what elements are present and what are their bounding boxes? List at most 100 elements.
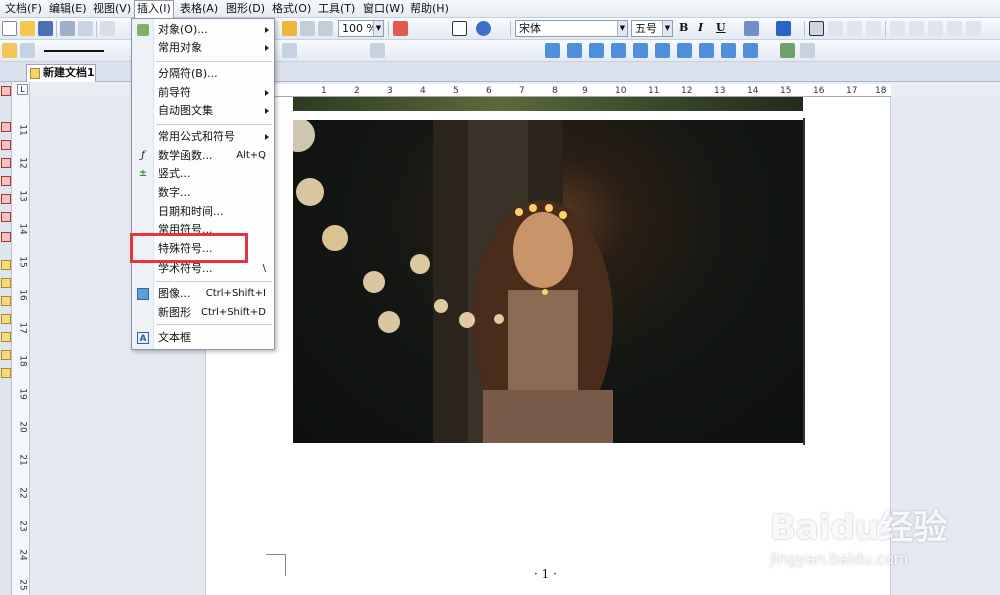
table-tool-icon[interactable]	[370, 43, 385, 58]
wrap-icon[interactable]	[800, 43, 815, 58]
tool-icon[interactable]	[1, 140, 11, 150]
new-document-icon[interactable]	[2, 21, 17, 36]
zoom-out-icon[interactable]	[318, 21, 333, 36]
cut-icon[interactable]	[100, 21, 115, 36]
tool-icon[interactable]	[1, 194, 11, 204]
tool-icon[interactable]	[1, 86, 11, 96]
menu-item-image[interactable]: 图像... Ctrl+Shift+I	[132, 285, 274, 303]
line-spacing-icon[interactable]	[966, 21, 981, 36]
tool-icon[interactable]	[1, 314, 11, 324]
justify-icon[interactable]	[866, 21, 881, 36]
numbered-list-icon[interactable]	[909, 21, 924, 36]
save-icon[interactable]	[38, 21, 53, 36]
outdent-icon[interactable]	[928, 21, 943, 36]
image-tool-icon[interactable]	[780, 43, 795, 58]
italic-button[interactable]: I	[698, 21, 703, 34]
shape-tool-icon[interactable]	[743, 43, 758, 58]
menu-view[interactable]: 视图(V)	[91, 1, 133, 17]
zoom-value: 100 %	[342, 22, 377, 35]
menu-help[interactable]: 帮助(H)	[408, 1, 451, 17]
menu-item-label: 文本框	[158, 331, 191, 344]
object-icon	[137, 24, 149, 36]
menu-item-label: 数学函数...	[158, 149, 213, 162]
tool-icon[interactable]	[1, 278, 11, 288]
menu-edit[interactable]: 编辑(E)	[47, 1, 89, 17]
font-color-icon[interactable]	[776, 21, 791, 36]
open-folder-icon[interactable]	[20, 21, 35, 36]
menu-graphics[interactable]: 图形(D)	[224, 1, 267, 17]
previous-image-strip[interactable]	[293, 97, 803, 111]
align-left-icon[interactable]	[809, 21, 824, 36]
paragraph-mark-icon[interactable]	[452, 21, 467, 36]
menu-divider	[156, 124, 272, 125]
menu-item-separator[interactable]: 分隔符(B)...	[132, 65, 274, 83]
eraser-icon[interactable]	[20, 43, 35, 58]
shape-tool-icon[interactable]	[721, 43, 736, 58]
align-center-icon[interactable]	[828, 21, 843, 36]
bullet-list-icon[interactable]	[890, 21, 905, 36]
tool-icon[interactable]	[1, 350, 11, 360]
shape-tool-icon[interactable]	[699, 43, 714, 58]
pencil-icon[interactable]	[2, 43, 17, 58]
menu-item-autotext[interactable]: 自动图文集	[132, 102, 274, 120]
tool-icon[interactable]	[1, 368, 11, 378]
menu-window[interactable]: 窗口(W)	[361, 1, 406, 17]
menu-item-new-graphic[interactable]: 新图形 Ctrl+Shift+D	[132, 304, 274, 322]
line-style-sample[interactable]	[44, 50, 104, 52]
menu-item-vertical-calc[interactable]: ± 竖式...	[132, 165, 274, 183]
v-ruler-tick: 23	[17, 520, 28, 532]
h-ruler-tick: 5	[453, 86, 459, 96]
menu-item-date-time[interactable]: 日期和时间...	[132, 203, 274, 221]
menu-item-textbox[interactable]: A 文本框	[132, 329, 274, 347]
print-preview-icon[interactable]	[78, 21, 93, 36]
tool-icon[interactable]	[1, 212, 11, 222]
shape-tool-icon[interactable]	[611, 43, 626, 58]
menu-table[interactable]: 表格(A)	[178, 1, 220, 17]
bold-button[interactable]: B	[679, 21, 688, 34]
menu-document[interactable]: 文档(F)	[3, 1, 44, 17]
tool-icon[interactable]	[1, 260, 11, 270]
tool-icon[interactable]	[1, 296, 11, 306]
ruler-corner[interactable]: L	[17, 84, 28, 95]
menu-format[interactable]: 格式(O)	[270, 1, 313, 17]
shape-tool-icon[interactable]	[633, 43, 648, 58]
text-box-tool-icon[interactable]	[282, 43, 297, 58]
tool-icon[interactable]	[1, 176, 11, 186]
align-right-icon[interactable]	[847, 21, 862, 36]
menu-item-formulas-symbols[interactable]: 常用公式和符号	[132, 128, 274, 146]
menu-item-leader[interactable]: 前导符	[132, 84, 274, 102]
v-ruler-tick: 17	[17, 322, 28, 334]
zoom-in-icon[interactable]	[300, 21, 315, 36]
indent-icon[interactable]	[947, 21, 962, 36]
chart-icon[interactable]	[393, 21, 408, 36]
tool-icon[interactable]	[1, 232, 11, 242]
shape-tool-icon[interactable]	[589, 43, 604, 58]
tool-icon[interactable]	[1, 332, 11, 342]
tab-new-document-1[interactable]: 新建文档1	[26, 64, 96, 82]
shape-tool-icon[interactable]	[567, 43, 582, 58]
shape-tool-icon[interactable]	[655, 43, 670, 58]
menu-item-math-function[interactable]: ƒ 数学函数... Alt+Q	[132, 147, 274, 165]
highlight-icon[interactable]	[744, 21, 759, 36]
menu-item-common-objects[interactable]: 常用对象	[132, 39, 274, 57]
menu-insert[interactable]: 插入(I)	[134, 0, 174, 18]
zoom-combo[interactable]: 100 % ▼	[338, 20, 384, 37]
font-name-combo[interactable]: 宋体 ▼	[515, 20, 628, 37]
menu-tools[interactable]: 工具(T)	[316, 1, 357, 17]
print-icon[interactable]	[60, 21, 75, 36]
tool-icon[interactable]	[1, 122, 11, 132]
menu-divider	[156, 324, 272, 325]
font-size-combo[interactable]: 五号 ▼	[631, 20, 673, 37]
highlight-annotation	[130, 233, 248, 263]
hand-icon[interactable]	[282, 21, 297, 36]
tool-icon[interactable]	[1, 158, 11, 168]
help-icon[interactable]	[476, 21, 491, 36]
shape-tool-icon[interactable]	[545, 43, 560, 58]
menu-item-number[interactable]: 数字...	[132, 184, 274, 202]
page-number: · 1 ·	[534, 567, 557, 581]
shape-tool-icon[interactable]	[677, 43, 692, 58]
menu-divider	[156, 281, 272, 282]
inserted-photo[interactable]	[293, 120, 803, 443]
underline-button[interactable]: U	[716, 21, 726, 34]
menu-item-object[interactable]: 对象(O)...	[132, 21, 274, 39]
